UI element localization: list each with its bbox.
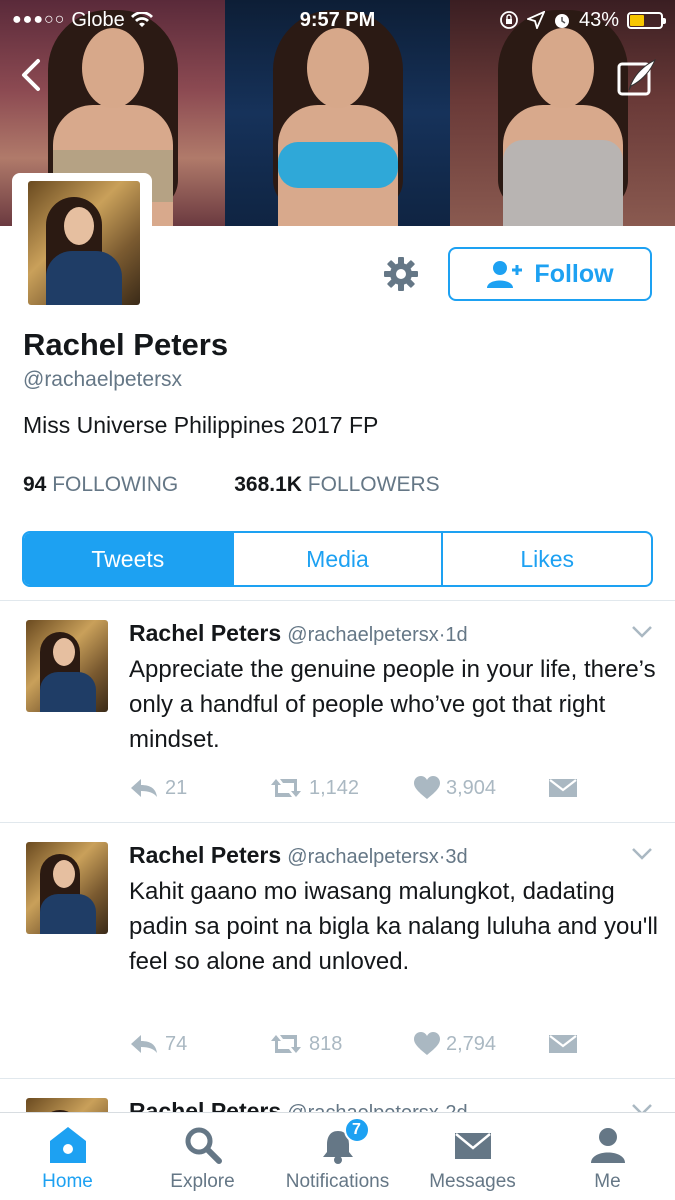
like-count: 3,904 [446, 776, 497, 799]
chevron-down-icon[interactable] [630, 1102, 654, 1112]
tab-media[interactable]: Media [231, 533, 442, 585]
gear-icon [384, 257, 418, 291]
like-count: 2,794 [446, 1032, 497, 1055]
tweet-author-handle: @rachaelpetersx [287, 846, 439, 868]
add-user-icon [487, 261, 523, 288]
retweet-button[interactable]: 1,142 [269, 777, 414, 800]
divider [0, 600, 675, 601]
reply-icon [131, 1035, 157, 1053]
tab-messages[interactable]: Messages [405, 1113, 540, 1200]
followers-count: 368.1K [234, 473, 302, 496]
rotation-lock-icon [500, 11, 518, 29]
tweet-header: Rachel Peters @rachaelpetersx·1d [129, 620, 468, 647]
tweet-item-partial[interactable]: Rachel Peters @rachaelpetersx·2d [0, 1078, 675, 1112]
battery-icon [627, 11, 666, 29]
carrier-name: Globe [71, 8, 125, 31]
tab-label: Home [42, 1171, 93, 1192]
tweet-author-name: Rachel Peters [129, 620, 282, 646]
reply-button[interactable]: 21 [129, 777, 269, 800]
profile-bio: Miss Universe Philippines 2017 FP [23, 412, 379, 438]
tweet-time: 1d [445, 624, 468, 646]
tab-label: Me [594, 1171, 621, 1192]
alarm-icon [554, 14, 569, 28]
followers-stat[interactable]: 368.1K FOLLOWERS [234, 473, 439, 497]
tweet-actions: 21 1,142 3,904 [129, 776, 577, 800]
status-bar: ●●●○○ Globe 9:57 PM 43% [0, 0, 675, 40]
reply-button[interactable]: 74 [129, 1033, 269, 1056]
heart-icon [414, 1032, 440, 1055]
followers-label: FOLLOWERS [307, 473, 440, 496]
envelope-icon [549, 1035, 577, 1053]
tab-me[interactable]: Me [540, 1113, 675, 1200]
tweet-avatar[interactable] [26, 620, 108, 712]
tweet-text: Kahit gaano mo iwasang malungkot, dadati… [129, 878, 658, 975]
profile-avatar[interactable] [12, 173, 152, 315]
chevron-down-icon[interactable] [630, 846, 654, 862]
retweet-button[interactable]: 818 [269, 1033, 414, 1056]
tab-label: Messages [429, 1171, 516, 1192]
reply-count: 74 [165, 1032, 188, 1055]
wifi-icon [130, 12, 153, 27]
tab-explore[interactable]: Explore [135, 1113, 270, 1200]
signal-strength: ●●●○○ [12, 11, 66, 28]
direct-message-button[interactable] [549, 777, 577, 799]
tab-label: Notifications [285, 1171, 390, 1192]
retweet-count: 1,142 [309, 776, 360, 799]
profile-stats: 94 FOLLOWING 368.1K FOLLOWERS [23, 473, 440, 497]
settings-button[interactable] [383, 256, 419, 292]
notifications-badge: 7 [343, 1117, 370, 1143]
reply-icon [131, 779, 157, 797]
following-count: 94 [23, 473, 47, 496]
home-icon [49, 1127, 86, 1163]
divider [0, 822, 675, 823]
follow-button[interactable]: Follow [448, 247, 652, 301]
location-icon [526, 11, 545, 29]
back-button[interactable] [12, 55, 52, 95]
reply-count: 21 [165, 776, 188, 799]
chevron-down-icon[interactable] [630, 624, 654, 640]
like-button[interactable]: 3,904 [414, 776, 549, 800]
tweet-avatar[interactable] [26, 1098, 108, 1112]
profile-name: Rachel Peters [23, 327, 229, 362]
chevron-left-icon [22, 59, 40, 91]
tweet-actions: 74 818 2,794 [129, 1032, 577, 1056]
tab-home[interactable]: Home [0, 1113, 135, 1200]
tab-notifications[interactable]: 7 Notifications [270, 1113, 405, 1200]
direct-message-button[interactable] [549, 1033, 577, 1055]
envelope-icon [549, 779, 577, 797]
retweet-icon [271, 779, 301, 797]
profile-tabs: Tweets Media Likes [22, 531, 653, 587]
tweet-time: 3d [445, 846, 468, 868]
tweet-time: 2d [445, 1102, 467, 1112]
tweet-header: Rachel Peters @rachaelpetersx·2d [129, 1098, 468, 1112]
compose-tweet-button[interactable] [615, 56, 659, 100]
profile-handle: @rachaelpetersx [23, 368, 183, 391]
following-label: FOLLOWING [52, 473, 179, 496]
tweet-author-handle: @rachaelpetersx [287, 624, 439, 646]
tweet-header: Rachel Peters @rachaelpetersx·3d [129, 842, 468, 869]
search-icon [185, 1127, 222, 1164]
heart-icon [414, 776, 440, 799]
battery-percent: 43% [578, 8, 619, 31]
avatar [28, 181, 140, 305]
following-stat[interactable]: 94 FOLLOWING [23, 473, 178, 497]
tweet-item[interactable]: Rachel Peters @rachaelpetersx·1d Appreci… [0, 620, 675, 820]
envelope-icon [454, 1133, 491, 1159]
follow-label: Follow [534, 259, 614, 288]
compose-quill-icon [617, 58, 656, 96]
tweet-avatar[interactable] [26, 842, 108, 934]
retweet-icon [271, 1035, 301, 1053]
tweet-item[interactable]: Rachel Peters @rachaelpetersx·3d Kahit g… [0, 842, 675, 1062]
person-icon [590, 1128, 625, 1163]
retweet-count: 818 [309, 1032, 343, 1055]
tab-tweets[interactable]: Tweets [24, 533, 232, 585]
like-button[interactable]: 2,794 [414, 1032, 549, 1056]
tweet-author-name: Rachel Peters [129, 1098, 282, 1112]
tab-label: Explore [170, 1171, 235, 1192]
tweet-author-handle: @rachaelpetersx [287, 1102, 438, 1112]
tweet-text: Appreciate the genuine people in your li… [129, 656, 656, 753]
bottom-tab-bar: Home Explore 7 Notifications Messages Me [0, 1112, 675, 1200]
tab-likes[interactable]: Likes [441, 533, 651, 585]
tweet-author-name: Rachel Peters [129, 842, 282, 868]
